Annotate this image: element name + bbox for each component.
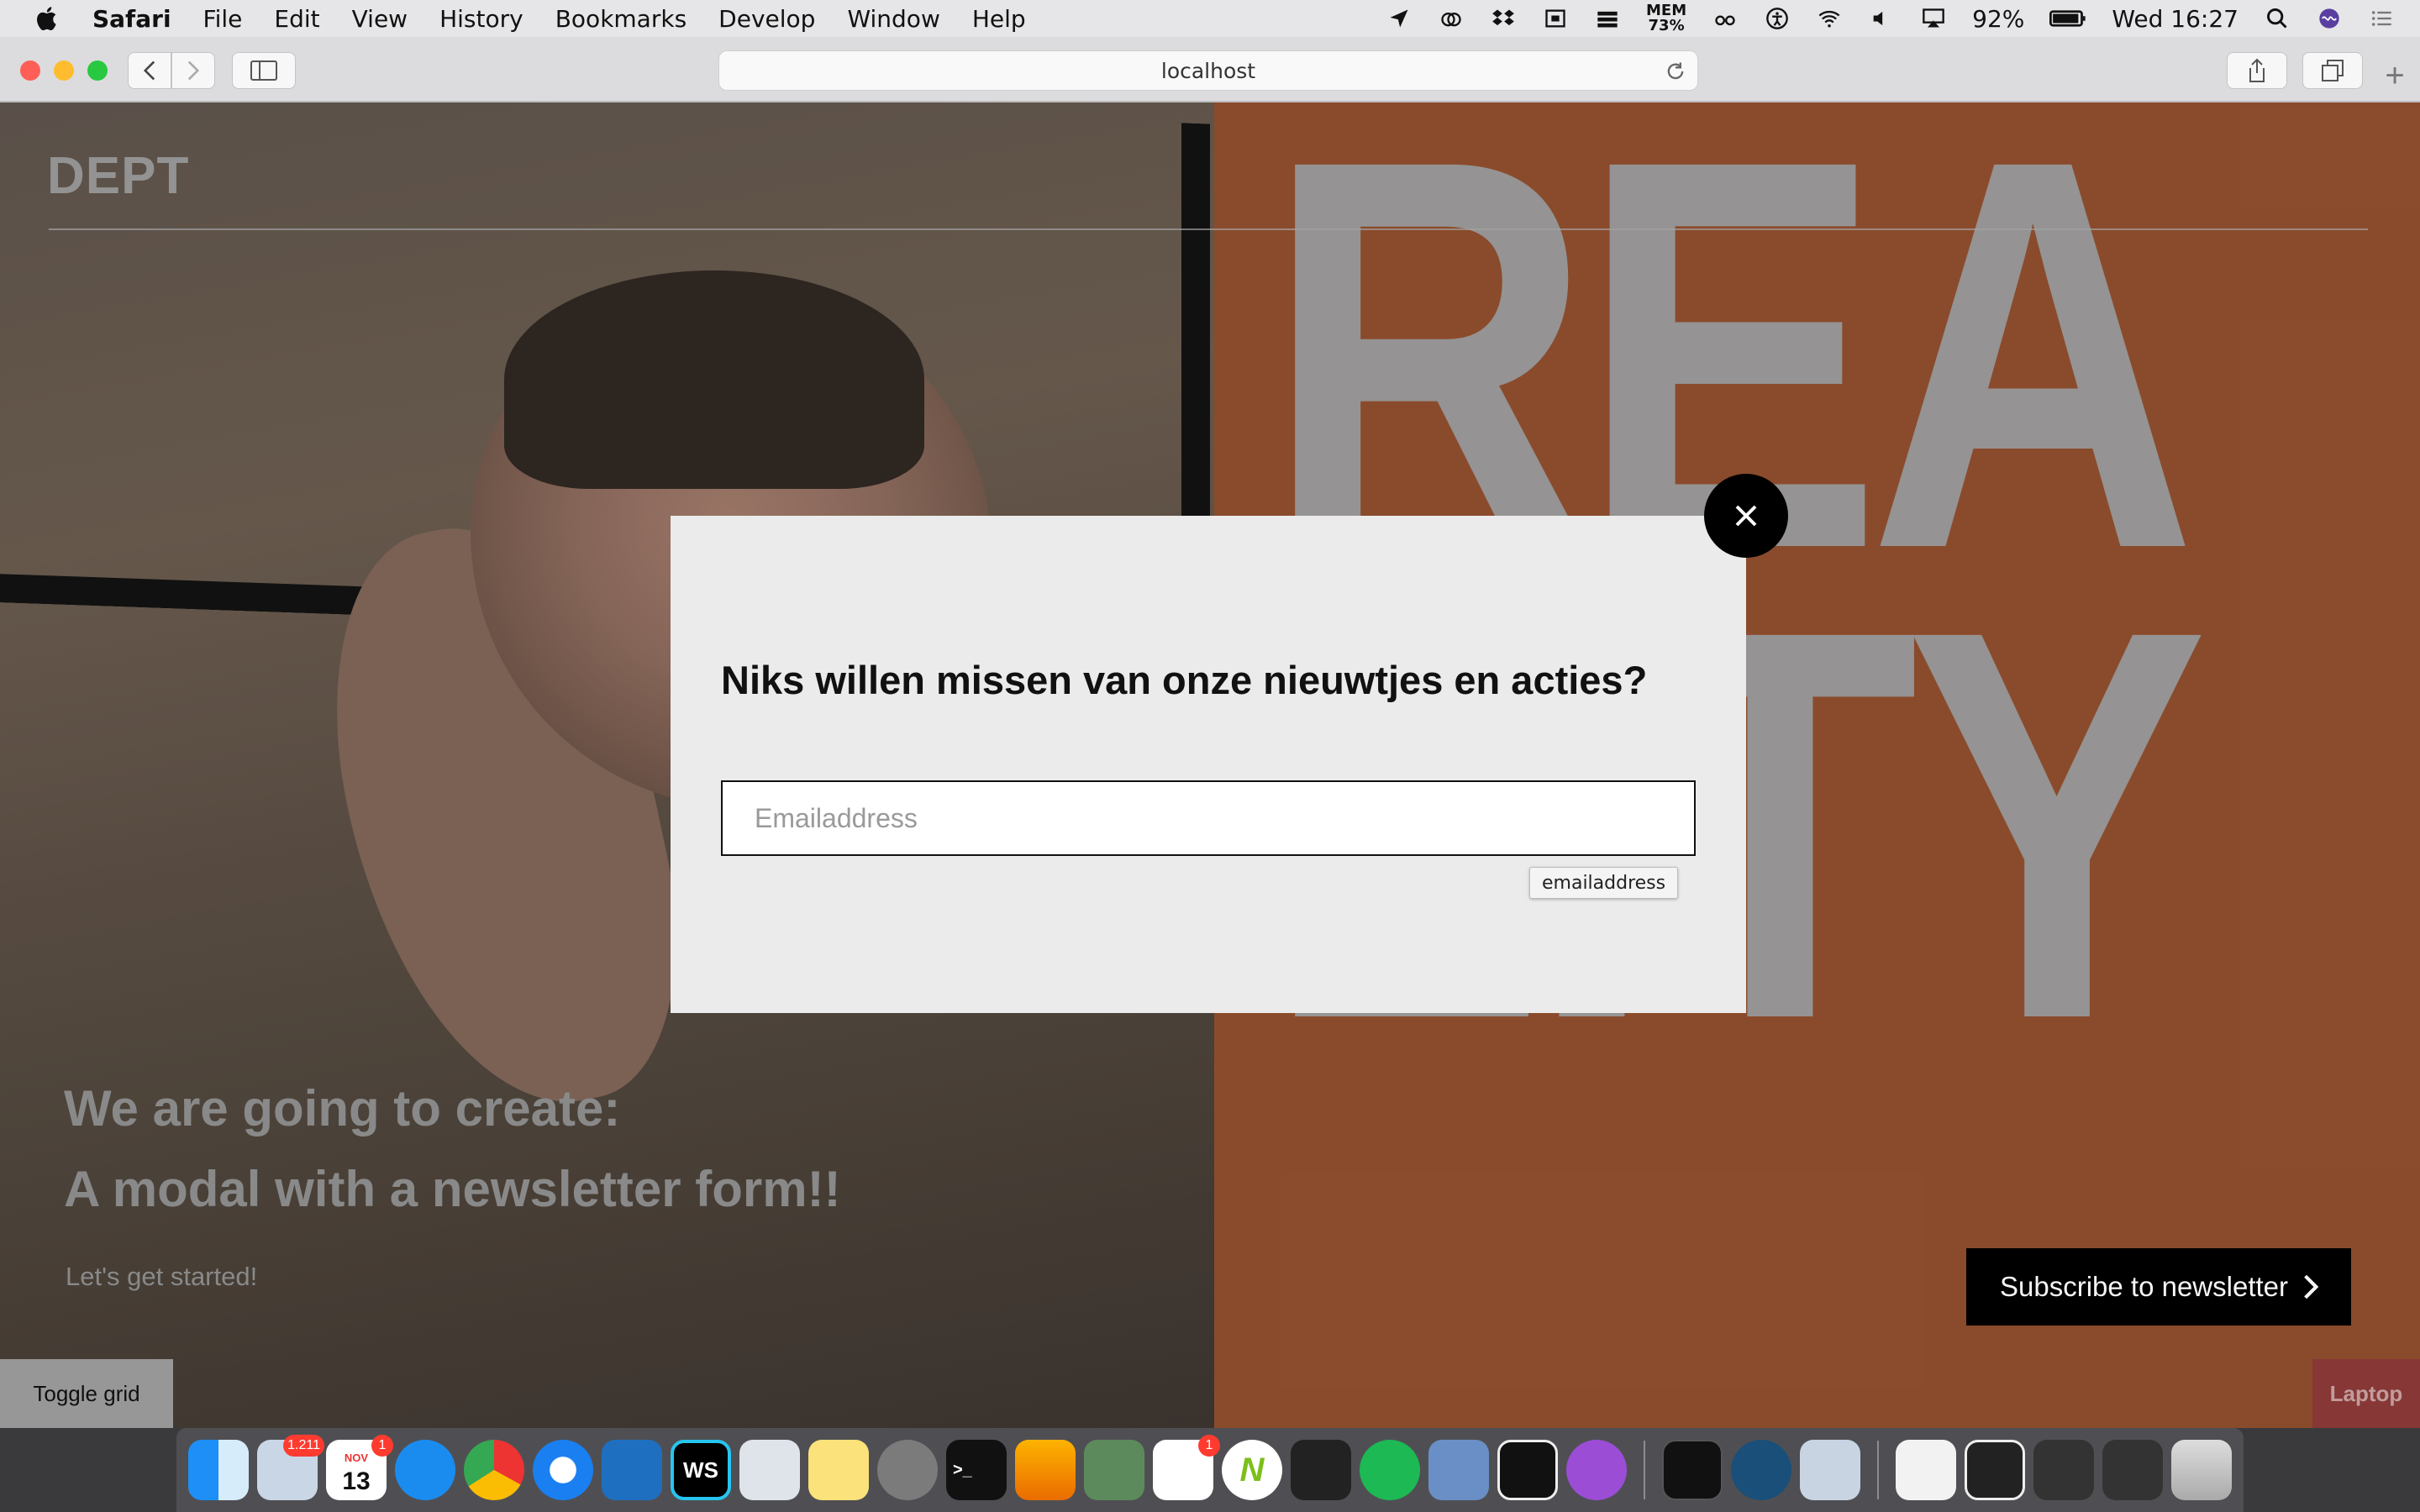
browser-toolbar: localhost + [0,37,2420,102]
chrome-icon[interactable] [464,1440,524,1500]
share-button[interactable] [2227,52,2287,89]
email-tooltip: emailaddress [1529,867,1679,899]
webstorm-icon[interactable]: WS [671,1440,731,1500]
tabs-icon [2322,60,2344,81]
slack-badge: 1 [1198,1435,1220,1457]
slack-icon[interactable]: 1 [1153,1435,1220,1500]
system-preferences-icon[interactable] [877,1440,938,1500]
trash-icon[interactable] [2171,1440,2232,1500]
spotify-icon[interactable] [1360,1440,1420,1500]
battery-icon[interactable] [2049,7,2086,30]
mail-icon[interactable]: 1.211 [257,1435,324,1500]
menu-help[interactable]: Help [972,5,1026,33]
chevron-right-icon [187,60,200,81]
status-area: MEM 73% 92% Wed 16:27 [1386,0,2395,37]
siri-icon[interactable] [2316,7,2343,30]
menu-app-name[interactable]: Safari [92,5,171,33]
window-close-button[interactable] [20,60,40,81]
chevron-left-icon [143,60,155,81]
window-zoom-button[interactable] [87,60,108,81]
modal-title: Niks willen missen van onze nieuwtjes en… [721,658,1648,702]
close-icon [1735,505,1757,527]
volume-icon[interactable] [1868,7,1895,30]
memory-indicator[interactable]: MEM 73% [1646,3,1686,34]
share-icon [2249,58,2265,82]
docx-file-icon[interactable] [1896,1440,1956,1500]
menu-history[interactable]: History [439,5,523,33]
airplay-icon[interactable] [1920,7,1947,30]
safari-icon[interactable] [533,1440,593,1500]
dock: 1.211 NOV 13 1 WS >_ 1 N [176,1428,2244,1512]
preview-icon[interactable] [739,1440,800,1500]
window-thumbnail-icon[interactable] [2033,1440,2094,1500]
drive-stack-icon[interactable] [1594,7,1621,30]
creative-cloud-icon[interactable] [1438,7,1465,30]
notification-center-icon[interactable] [2368,7,2395,30]
podcasts-icon[interactable] [1566,1440,1627,1500]
calendar-badge: 1 [371,1435,393,1457]
menubar-clock[interactable]: Wed 16:27 [2112,5,2238,33]
address-bar[interactable]: localhost [718,50,1698,91]
back-button[interactable] [128,52,171,89]
reload-icon[interactable] [1664,60,1687,83]
quicktime-icon[interactable] [1731,1440,1791,1500]
modal-close-button[interactable] [1704,474,1788,558]
activity-monitor-icon[interactable] [1662,1440,1723,1500]
location-arrow-icon[interactable] [1386,7,1413,30]
dropbox-icon[interactable] [1490,7,1517,30]
vscode-icon[interactable] [602,1440,662,1500]
calendar-day: 13 [342,1467,371,1495]
email-input[interactable] [721,780,1696,856]
image-viewer-icon[interactable] [1800,1440,1860,1500]
show-tabs-button[interactable] [2302,52,2363,89]
notes-icon[interactable] [808,1440,869,1500]
network-utility-icon[interactable] [1428,1440,1489,1500]
sketch-icon[interactable] [1015,1440,1076,1500]
page-viewport: REA LITY DEPT We are going to create: A … [0,102,2420,1428]
calendar-month: NOV [344,1452,369,1464]
apple-icon[interactable] [34,4,62,33]
address-url: localhost [1160,58,1256,83]
menu-bookmarks[interactable]: Bookmarks [555,5,687,33]
app-store-icon[interactable] [395,1440,455,1500]
menu-edit[interactable]: Edit [274,5,319,33]
forward-button[interactable] [171,52,215,89]
menu-file[interactable]: File [203,5,243,33]
window-minimize-button[interactable] [54,60,74,81]
menu-window[interactable]: Window [847,5,939,33]
abstract-window-icon[interactable] [1965,1440,2025,1500]
sidebar-toggle-button[interactable] [232,52,296,89]
nvalt-icon[interactable]: N [1222,1440,1282,1500]
menu-view[interactable]: View [352,5,408,33]
screen-record-icon[interactable] [1542,7,1569,30]
mail-badge: 1.211 [283,1435,324,1457]
newsletter-modal: Niks willen missen van onze nieuwtjes en… [671,516,1746,1013]
git-client-icon[interactable] [1291,1440,1351,1500]
menu-bar: Safari File Edit View History Bookmarks … [0,0,2420,37]
wifi-icon[interactable] [1816,7,1843,30]
spotlight-search-icon[interactable] [2264,7,2291,30]
accessibility-icon[interactable] [1764,7,1791,30]
finder-icon[interactable] [188,1440,249,1500]
menu-develop[interactable]: Develop [718,5,815,33]
battery-percentage[interactable]: 92% [1972,5,2024,33]
glasses-icon[interactable] [1712,7,1739,30]
sidebar-icon [250,60,277,81]
vpn-icon[interactable] [1084,1440,1144,1500]
dock-separator-2 [1877,1441,1879,1499]
terminal-icon[interactable]: >_ [946,1440,1007,1500]
window-thumbnail-icon-2[interactable] [2102,1440,2163,1500]
dock-separator [1644,1441,1645,1499]
abstract-icon[interactable] [1497,1440,1558,1500]
new-tab-button[interactable]: + [2378,59,2412,94]
calendar-icon[interactable]: NOV 13 1 [326,1435,393,1500]
